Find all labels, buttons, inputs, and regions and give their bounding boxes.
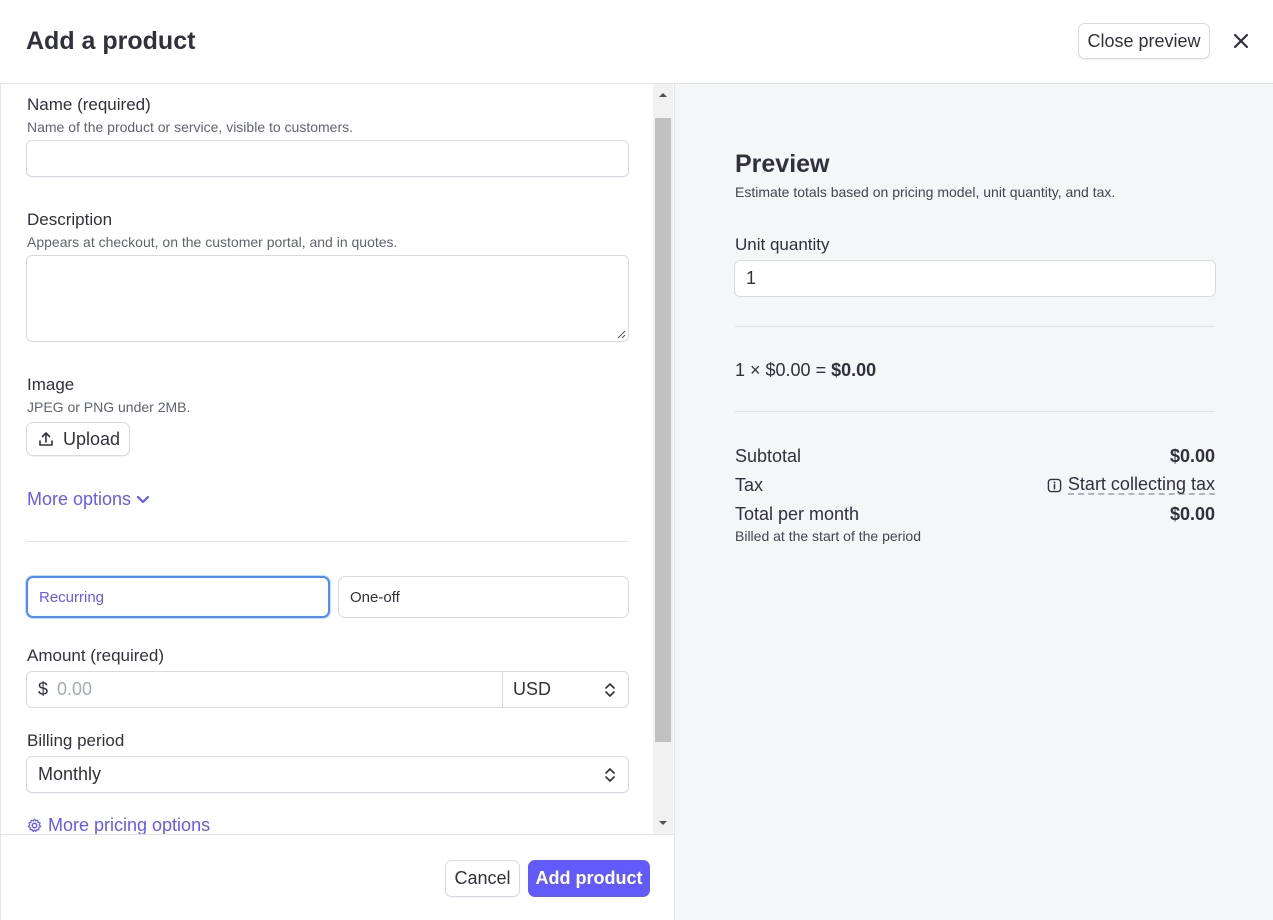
- more-pricing-options-label: More pricing options: [48, 815, 211, 834]
- name-input[interactable]: [26, 140, 629, 177]
- currency-select[interactable]: USD: [502, 672, 628, 707]
- close-modal-button[interactable]: [1230, 30, 1252, 52]
- add-product-button[interactable]: Add product: [528, 860, 650, 897]
- unit-quantity-label: Unit quantity: [735, 235, 830, 254]
- description-textarea[interactable]: [26, 255, 629, 342]
- currency-symbol: $: [38, 679, 49, 699]
- updown-chevron-icon: [605, 767, 615, 782]
- unit-quantity-input[interactable]: 1: [734, 260, 1216, 297]
- modal-header: Add a product Close preview: [0, 0, 1273, 84]
- total-label: Total per month: [735, 504, 860, 524]
- page-title: Add a product: [26, 27, 196, 55]
- amount-input[interactable]: 0.00: [57, 672, 502, 707]
- recurring-option[interactable]: Recurring: [26, 576, 330, 618]
- billing-period-label: Billing period: [27, 731, 125, 750]
- price-calculation: 1 × $0.00 = $0.00: [735, 360, 876, 381]
- calc-expression: 1 × $0.00 =: [735, 360, 832, 380]
- more-options-link[interactable]: More options: [27, 489, 150, 510]
- product-form: Name (required) Name of the product or s…: [0, 84, 674, 834]
- name-label: Name (required): [27, 95, 151, 114]
- subtotal-label: Subtotal: [735, 446, 802, 466]
- preview-title: Preview: [735, 150, 830, 178]
- upload-icon: [39, 432, 53, 446]
- billing-period-value: Monthly: [38, 764, 102, 784]
- preview-panel: Preview Estimate totals based on pricing…: [674, 84, 1273, 920]
- start-collecting-tax-label: Start collecting tax: [1067, 474, 1215, 495]
- chevron-down-icon: [136, 495, 150, 503]
- scroll-thumb[interactable]: [655, 118, 671, 742]
- description-label: Description: [27, 210, 113, 229]
- gear-icon: [27, 818, 42, 833]
- currency-value: USD: [513, 679, 552, 699]
- more-options-label: More options: [27, 489, 132, 509]
- total-value: $0.00: [1169, 504, 1215, 524]
- amount-label: Amount (required): [27, 646, 165, 665]
- image-label: Image: [27, 375, 75, 394]
- resize-grip-icon[interactable]: [616, 329, 626, 339]
- calc-result: $0.00: [831, 360, 877, 380]
- more-pricing-options-link[interactable]: More pricing options: [27, 815, 210, 834]
- billed-note: Billed at the start of the period: [735, 528, 921, 544]
- updown-chevron-icon: [605, 682, 615, 697]
- start-collecting-tax-link[interactable]: Start collecting tax: [1047, 475, 1215, 495]
- scroll-up-arrow-icon[interactable]: [653, 88, 673, 102]
- close-preview-button[interactable]: Close preview: [1078, 23, 1210, 59]
- preview-divider: [735, 326, 1215, 327]
- modal-footer: Cancel Add product: [0, 834, 674, 920]
- cancel-button[interactable]: Cancel: [445, 860, 520, 897]
- info-icon: [1047, 478, 1062, 492]
- upload-button[interactable]: Upload: [26, 422, 130, 456]
- section-divider: [26, 541, 628, 542]
- upload-label: Upload: [63, 428, 121, 449]
- billing-period-select[interactable]: Monthly: [26, 756, 629, 793]
- description-hint: Appears at checkout, on the customer por…: [27, 234, 398, 250]
- tax-label: Tax: [735, 475, 764, 495]
- one-off-option[interactable]: One-off: [338, 576, 629, 618]
- name-hint: Name of the product or service, visible …: [27, 119, 354, 135]
- form-scrollbar[interactable]: [653, 84, 673, 834]
- image-hint: JPEG or PNG under 2MB.: [27, 399, 191, 415]
- close-icon: [1233, 33, 1249, 49]
- subtotal-value: $0.00: [1169, 446, 1215, 466]
- preview-subtitle: Estimate totals based on pricing model, …: [735, 184, 1116, 200]
- amount-field: $ 0.00 USD: [26, 671, 629, 708]
- scroll-down-arrow-icon[interactable]: [653, 816, 673, 830]
- preview-divider: [735, 411, 1215, 412]
